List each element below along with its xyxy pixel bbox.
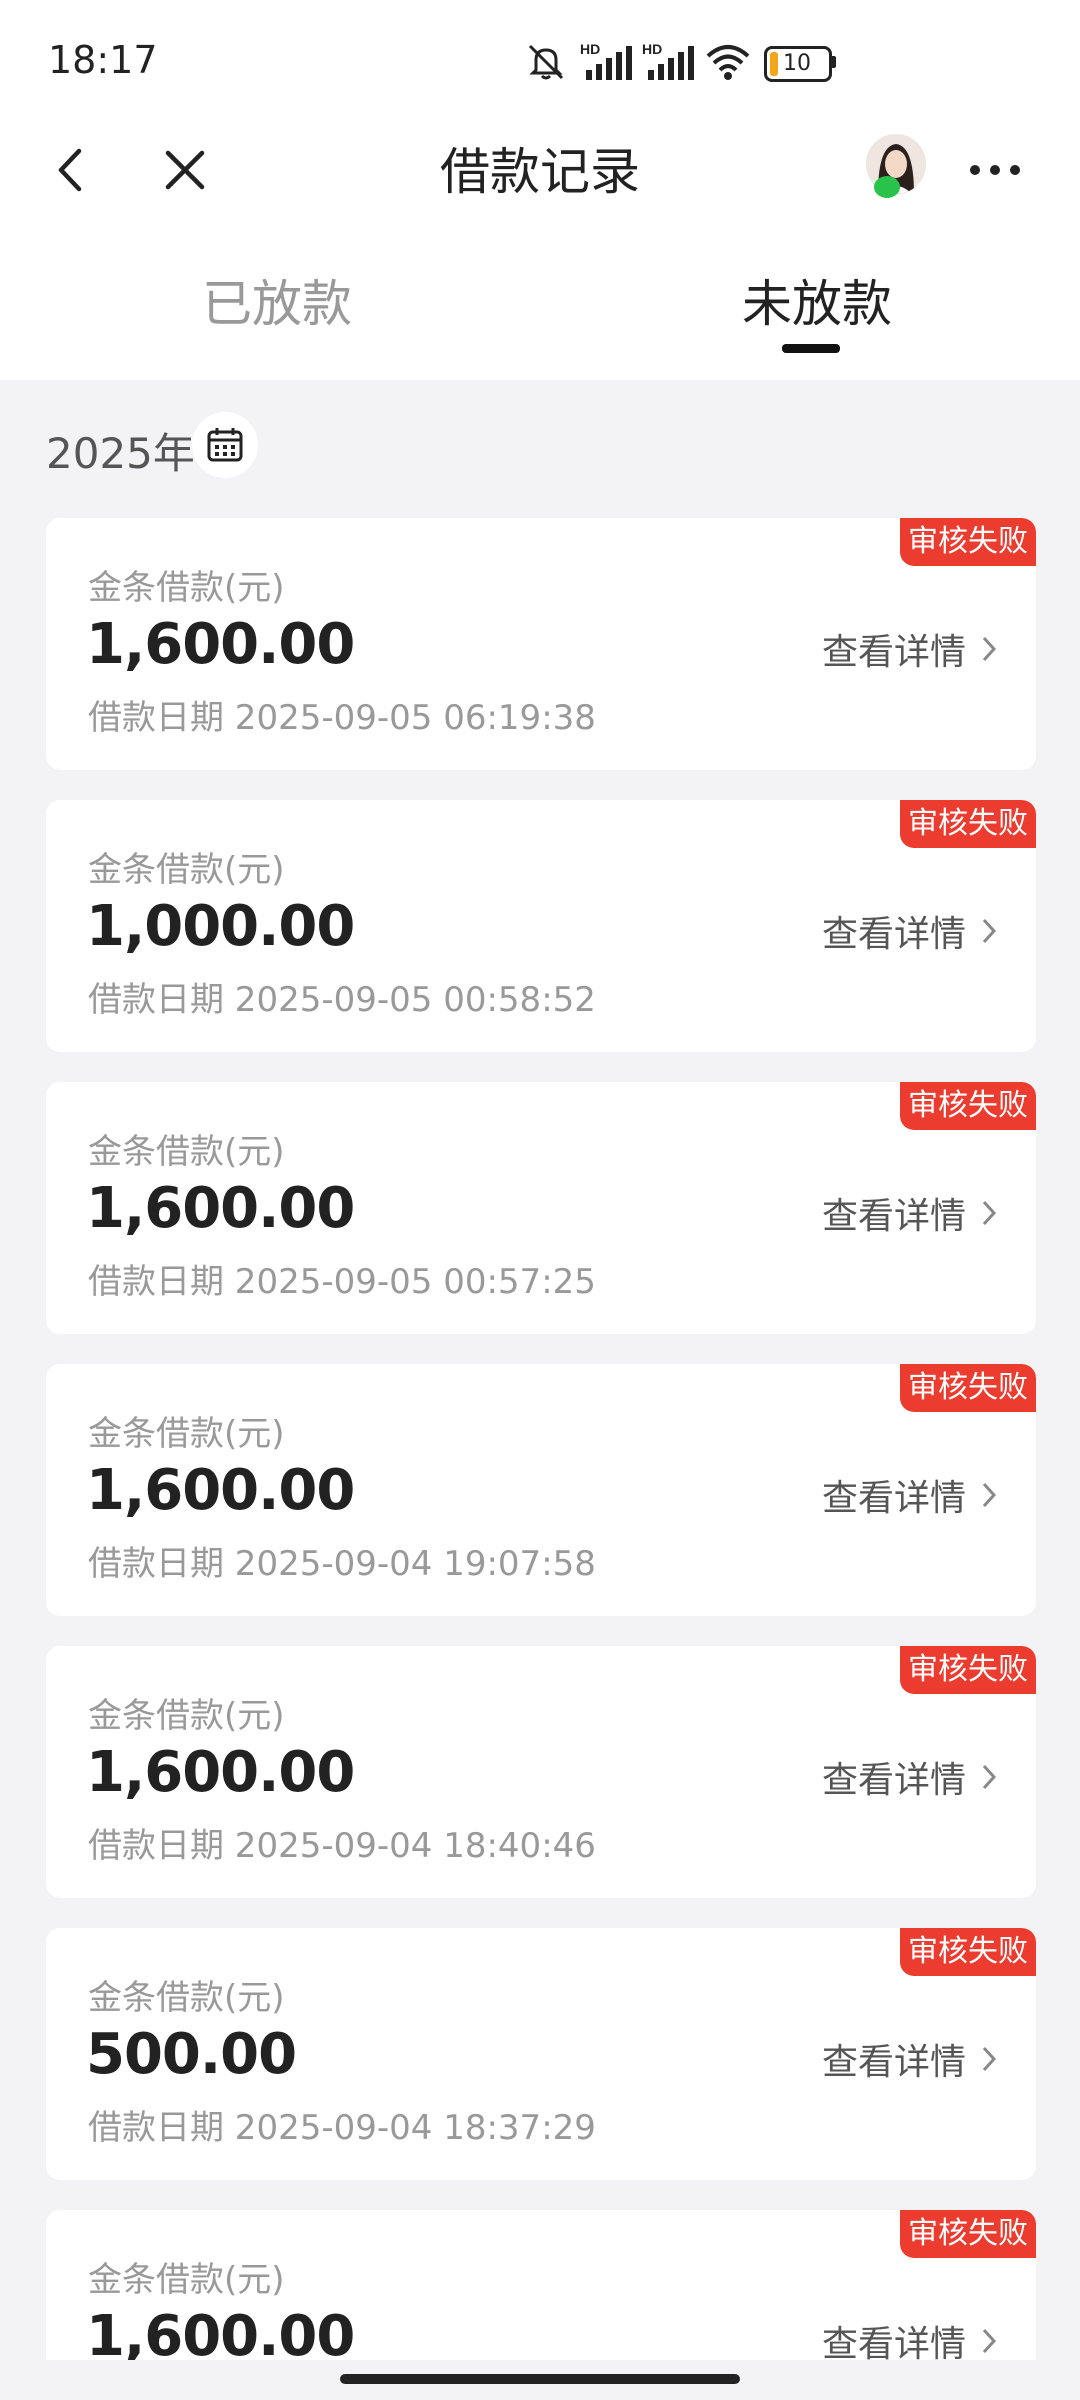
battery-icon: 10 xyxy=(764,46,832,82)
status-badge: 审核失败 xyxy=(900,1646,1036,1694)
loan-amount: 1,600.00 xyxy=(86,1176,355,1241)
loan-date: 借款日期 2025-09-05 00:57:25 xyxy=(88,1262,596,1302)
tab-unfunded[interactable]: 未放款 xyxy=(742,264,892,336)
tab-funded[interactable]: 已放款 xyxy=(202,264,352,336)
view-detail-label: 查看详情 xyxy=(821,2324,966,2360)
chevron-right-icon xyxy=(982,2046,997,2072)
loan-type-label: 金条借款(元) xyxy=(88,1978,285,2018)
loan-record-card[interactable]: 审核失败 金条借款(元) 500.00 借款日期 2025-09-04 18:3… xyxy=(46,1928,1036,2180)
loan-record-card[interactable]: 审核失败 金条借款(元) 1,600.00 借款日期 2025-09-05 06… xyxy=(46,518,1036,770)
chevron-right-icon xyxy=(982,636,997,662)
battery-level: 10 xyxy=(783,51,811,76)
loan-record-card[interactable]: 审核失败 金条借款(元) 1,600.00 借款日期 2025-09-05 00… xyxy=(46,1082,1036,1334)
view-detail-link[interactable]: 查看详情 xyxy=(822,1469,998,1521)
view-detail-link[interactable]: 查看详情 xyxy=(822,2033,998,2085)
loan-date: 借款日期 2025-09-04 18:37:29 xyxy=(88,2108,596,2148)
loan-type-label: 金条借款(元) xyxy=(88,1696,285,1736)
more-icon xyxy=(970,165,1020,175)
loan-amount: 1,000.00 xyxy=(86,894,355,959)
chevron-right-icon xyxy=(982,1764,997,1790)
loan-amount: 1,600.00 xyxy=(86,612,355,677)
loan-record-card[interactable]: 审核失败 金条借款(元) 1,000.00 借款日期 2025-09-05 00… xyxy=(46,800,1036,1052)
loan-amount: 1,600.00 xyxy=(86,1458,355,1523)
status-bar: 18:17 HD HD 10 xyxy=(0,0,1080,130)
status-badge: 审核失败 xyxy=(900,1928,1036,1976)
mute-icon xyxy=(528,44,564,80)
loan-record-card[interactable]: 审核失败 金条借款(元) 1,600.00 查看详情 xyxy=(46,2210,1036,2360)
status-badge: 审核失败 xyxy=(900,1082,1036,1130)
view-detail-label: 查看详情 xyxy=(821,2042,966,2083)
signal-icon: HD xyxy=(580,41,632,80)
loan-type-label: 金条借款(元) xyxy=(88,1414,285,1454)
view-detail-label: 查看详情 xyxy=(821,1478,966,1519)
view-detail-link[interactable]: 查看详情 xyxy=(822,1751,998,1803)
loan-amount: 1,600.00 xyxy=(86,2304,355,2360)
calendar-icon xyxy=(207,428,243,462)
signal-icon-2: HD xyxy=(642,41,694,80)
status-badge: 审核失败 xyxy=(900,1364,1036,1412)
wechat-badge-icon xyxy=(874,176,900,198)
view-detail-label: 查看详情 xyxy=(821,1196,966,1237)
loan-type-label: 金条借款(元) xyxy=(88,1132,285,1172)
svg-text:HD: HD xyxy=(580,41,600,57)
loan-type-label: 金条借款(元) xyxy=(88,850,285,890)
loan-date: 借款日期 2025-09-04 18:40:46 xyxy=(88,1826,596,1866)
status-badge: 审核失败 xyxy=(900,800,1036,848)
loan-type-label: 金条借款(元) xyxy=(88,568,285,608)
battery-cap xyxy=(830,56,836,68)
loan-amount: 1,600.00 xyxy=(86,1740,355,1805)
chevron-right-icon xyxy=(982,918,997,944)
chevron-right-icon xyxy=(982,2328,997,2354)
status-time: 18:17 xyxy=(48,38,158,82)
nav-bar: 借款记录 xyxy=(0,120,1080,220)
chevron-right-icon xyxy=(982,1482,997,1508)
loan-record-card[interactable]: 审核失败 金条借款(元) 1,600.00 借款日期 2025-09-04 18… xyxy=(46,1646,1036,1898)
status-badge: 审核失败 xyxy=(900,2210,1036,2258)
view-detail-link[interactable]: 查看详情 xyxy=(822,623,998,675)
view-detail-label: 查看详情 xyxy=(821,632,966,673)
chevron-right-icon xyxy=(982,1200,997,1226)
loan-type-label: 金条借款(元) xyxy=(88,2260,285,2300)
loan-amount: 500.00 xyxy=(86,2022,297,2087)
loan-date: 借款日期 2025-09-05 06:19:38 xyxy=(88,698,596,738)
wifi-icon xyxy=(706,45,750,80)
view-detail-label: 查看详情 xyxy=(821,914,966,955)
more-button[interactable] xyxy=(950,120,1040,220)
view-detail-label: 查看详情 xyxy=(821,1760,966,1801)
svg-text:HD: HD xyxy=(642,41,662,57)
status-badge: 审核失败 xyxy=(900,518,1036,566)
calendar-button[interactable] xyxy=(192,412,258,478)
active-tab-indicator xyxy=(782,344,840,353)
loan-record-card[interactable]: 审核失败 金条借款(元) 1,600.00 借款日期 2025-09-04 19… xyxy=(46,1364,1036,1616)
view-detail-link[interactable]: 查看详情 xyxy=(822,905,998,957)
home-indicator[interactable] xyxy=(340,2374,740,2384)
view-detail-link[interactable]: 查看详情 xyxy=(822,1187,998,1239)
view-detail-link[interactable]: 查看详情 xyxy=(822,2315,998,2360)
year-label: 2025年 xyxy=(46,429,195,478)
loan-date: 借款日期 2025-09-05 00:58:52 xyxy=(88,980,596,1020)
loan-date: 借款日期 2025-09-04 19:07:58 xyxy=(88,1544,596,1584)
tab-bar: 已放款 未放款 xyxy=(0,250,1080,360)
